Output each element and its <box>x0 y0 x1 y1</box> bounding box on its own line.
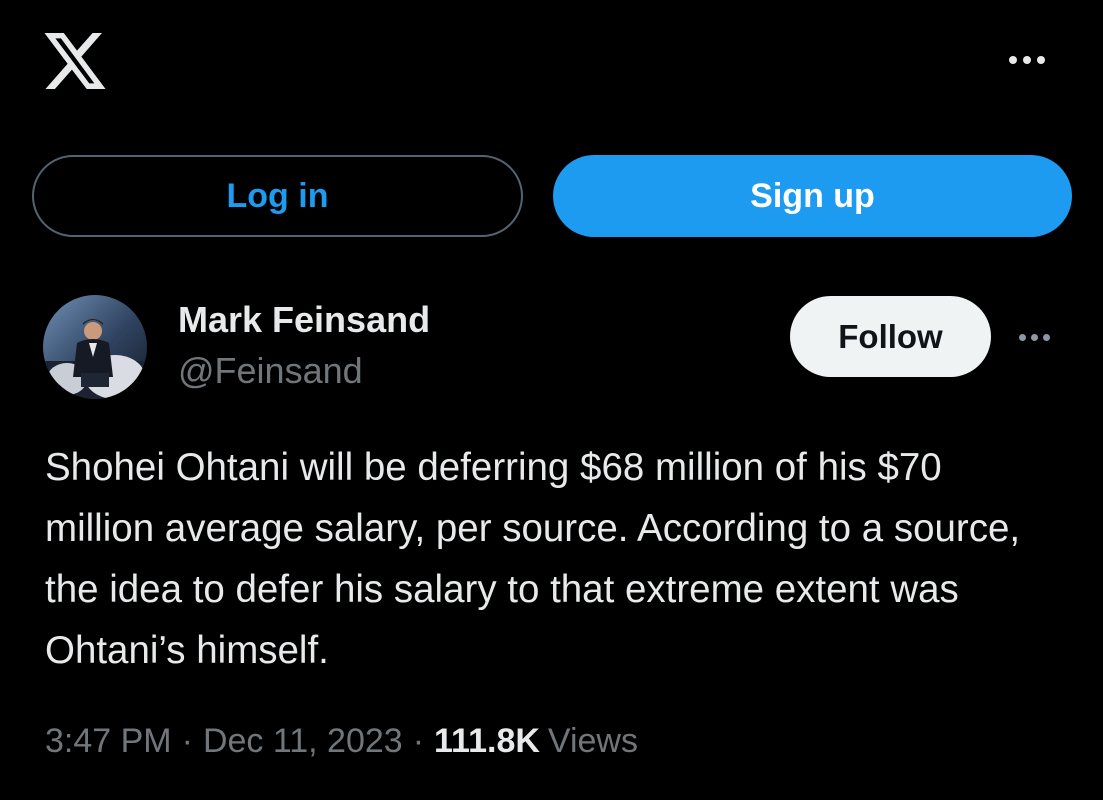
follow-button-label: Follow <box>838 317 943 355</box>
top-bar <box>0 0 1103 130</box>
dot <box>1030 333 1038 341</box>
author-handle[interactable]: @Feinsand <box>178 350 363 392</box>
views-label: Views <box>547 722 638 760</box>
login-button[interactable]: Log in <box>32 155 523 237</box>
dot <box>1018 333 1026 341</box>
author-name[interactable]: Mark Feinsand <box>178 299 430 341</box>
dot <box>1042 333 1050 341</box>
follow-button[interactable]: Follow <box>790 296 991 377</box>
tweet-date[interactable]: Dec 11, 2023 <box>203 722 403 761</box>
dot <box>1023 56 1031 64</box>
tweet-more-icon[interactable] <box>1010 328 1058 346</box>
login-button-label: Log in <box>226 176 329 215</box>
dot <box>1037 56 1045 64</box>
tweet-text: Shohei Ohtani will be deferring $68 mill… <box>45 446 1021 672</box>
tweet-meta: 3:47 PM · Dec 11, 2023 · 111.8K Views <box>45 722 638 761</box>
x-logo-icon[interactable] <box>44 33 106 89</box>
meta-separator: · <box>181 722 193 760</box>
dot <box>1009 56 1017 64</box>
signup-button[interactable]: Sign up <box>553 155 1072 237</box>
more-options-icon[interactable] <box>1003 50 1051 70</box>
views-count: 111.8K <box>434 722 540 760</box>
avatar[interactable] <box>43 295 147 399</box>
tweet-time[interactable]: 3:47 PM <box>45 722 172 761</box>
meta-separator: · <box>412 722 425 760</box>
signup-button-label: Sign up <box>750 176 875 215</box>
